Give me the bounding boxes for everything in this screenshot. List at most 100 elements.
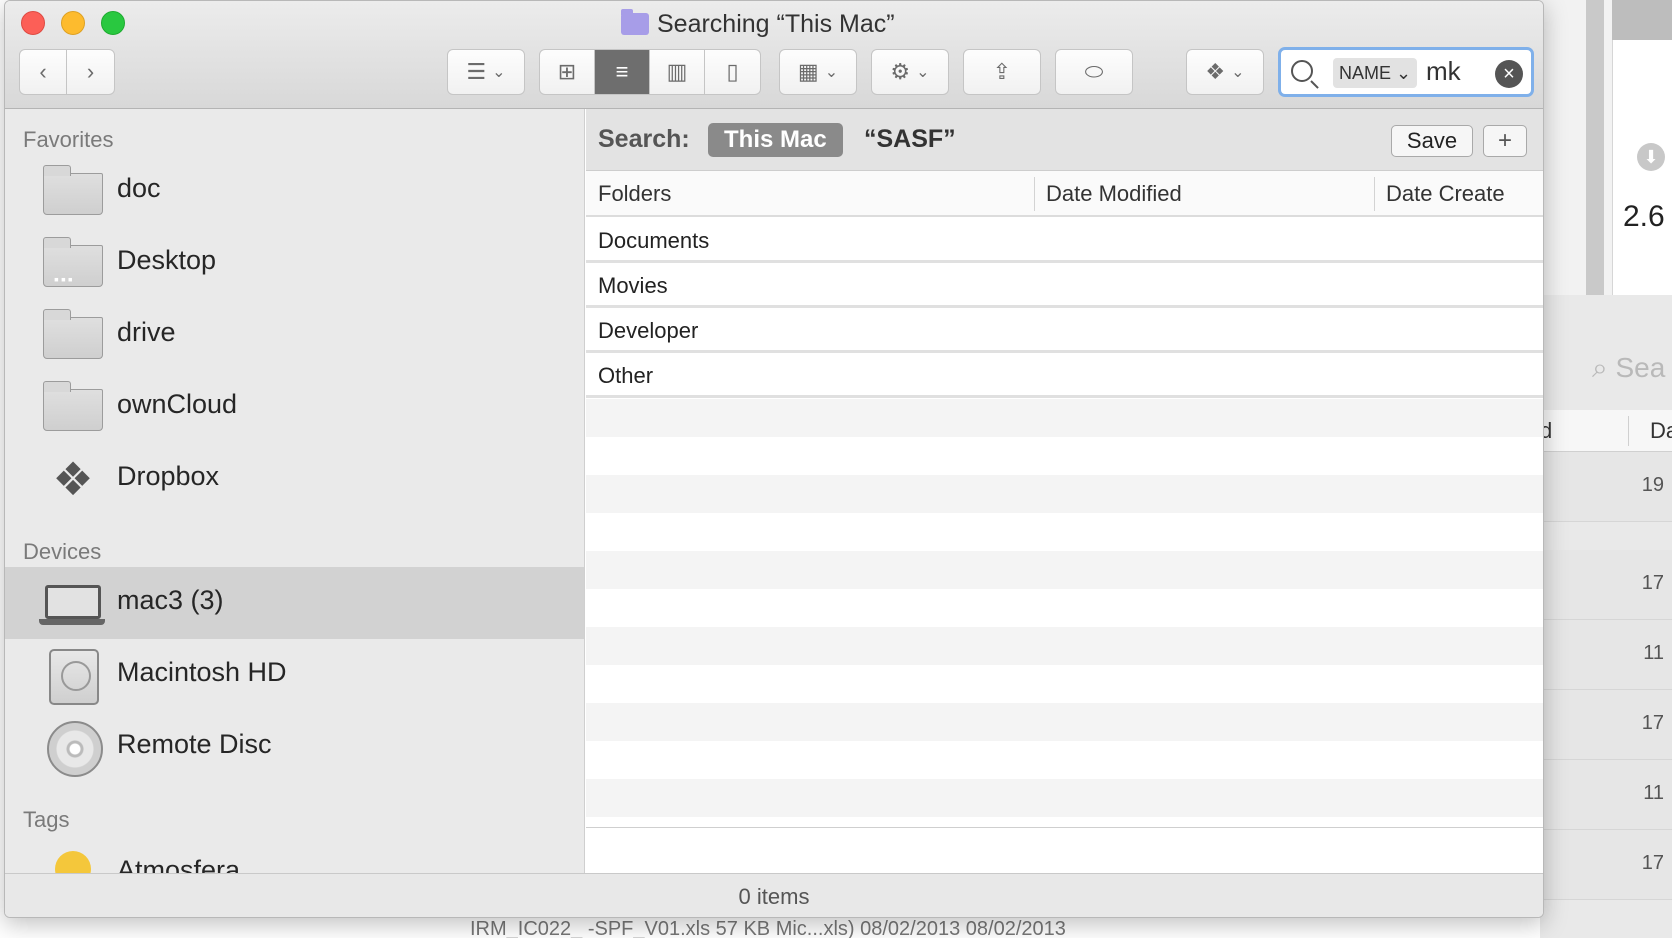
folder-icon — [41, 309, 105, 361]
sidebar-item-tag-atmosfera[interactable]: Atmosfera — [5, 837, 584, 873]
finder-window: Searching “This Mac” ‹ › ☰ ⌄ ⊞ ≡ ▥ ▯ ▦ ⌄… — [4, 0, 1544, 918]
disc-icon — [41, 721, 105, 777]
chevron-down-icon: ⌄ — [492, 64, 506, 81]
empty-row — [586, 551, 1543, 589]
background-column-header: d Da — [1540, 410, 1672, 452]
list-icon: ≡ — [615, 59, 629, 84]
coverflow-view-button[interactable]: ▯ — [705, 50, 760, 94]
search-input[interactable]: mk — [1426, 56, 1461, 87]
action-button[interactable]: ⚙ ⌄ — [871, 49, 949, 95]
empty-row — [586, 475, 1543, 513]
list-divider — [586, 827, 1543, 828]
chevron-down-icon: ⌄ — [1231, 64, 1245, 81]
background-row: 11 — [1540, 760, 1672, 830]
sidebar-item-macintosh-hd[interactable]: Macintosh HD — [5, 639, 584, 711]
favorites-heading: Favorites — [23, 127, 114, 152]
group-row-documents[interactable]: Documents — [586, 219, 1543, 263]
gear-icon: ⚙ — [890, 59, 911, 84]
empty-row — [586, 437, 1543, 475]
desktop-folder-icon — [41, 237, 105, 289]
hard-drive-icon — [41, 649, 105, 705]
columns-icon: ▥ — [666, 59, 688, 84]
sidebar-item-owncloud[interactable]: ownCloud — [5, 371, 584, 443]
empty-row — [586, 665, 1543, 703]
back-button[interactable]: ‹ — [20, 50, 68, 94]
forward-button[interactable]: › — [67, 50, 114, 94]
list-view-button[interactable]: ≡ — [595, 50, 650, 94]
empty-row — [586, 589, 1543, 627]
laptop-icon — [39, 577, 105, 629]
column-folders[interactable]: Folders — [598, 181, 671, 207]
edit-tags-button[interactable]: ⬭ — [1055, 49, 1133, 95]
sidebar: Favorites doc Desktop drive ownCloud ❖ D… — [5, 109, 585, 873]
group-by-button[interactable]: ▦ ⌄ — [779, 49, 857, 95]
item-count: 0 items — [738, 884, 810, 909]
dropbox-icon: ❖ — [1205, 59, 1226, 84]
window-title: Searching “This Mac” — [621, 7, 895, 41]
search-icon — [1291, 60, 1313, 82]
group-grid-icon: ▦ — [797, 59, 819, 84]
column-date-created[interactable]: Date Create — [1386, 181, 1505, 207]
background-row: 17 — [1540, 690, 1672, 760]
back-forward-control: ‹ › — [19, 49, 115, 95]
background-row: 11 — [1540, 620, 1672, 690]
devices-heading: Devices — [23, 539, 102, 564]
status-bar: 0 items — [5, 873, 1543, 917]
view-mode-control: ⊞ ≡ ▥ ▯ — [539, 49, 761, 95]
search-token-name[interactable]: NAME ⌄ — [1333, 58, 1418, 88]
tags-heading: Tags — [23, 807, 70, 832]
dropbox-icon: ❖ — [52, 453, 94, 505]
add-criteria-button[interactable]: + — [1483, 125, 1527, 157]
sidebar-item-doc[interactable]: doc — [5, 155, 584, 227]
chevron-down-icon: ⌄ — [916, 64, 930, 81]
background-row: 17 — [1540, 830, 1672, 900]
arrange-button[interactable]: ☰ ⌄ — [447, 49, 525, 95]
empty-row — [586, 399, 1543, 437]
close-window-button[interactable] — [21, 11, 45, 35]
empty-row — [586, 741, 1543, 779]
scope-this-mac-button[interactable]: This Mac — [708, 123, 843, 157]
icon-view-button[interactable]: ⊞ — [540, 50, 595, 94]
background-search: ⌕ Sea — [1592, 352, 1666, 383]
download-icon: ⬇ — [1637, 143, 1665, 171]
sidebar-item-mac3[interactable]: mac3 (3) — [5, 567, 584, 639]
empty-row — [586, 703, 1543, 741]
empty-row — [586, 513, 1543, 551]
list-arrange-icon: ☰ — [466, 59, 487, 84]
share-icon: ⇪ — [992, 59, 1012, 84]
clear-search-icon[interactable]: × — [1495, 60, 1523, 88]
content-area: Search: This Mac “SASF” Save + Folders D… — [586, 109, 1543, 873]
scope-label: Search: — [598, 125, 690, 153]
column-header: Folders Date Modified Date Create — [586, 171, 1543, 217]
titlebar: Searching “This Mac” ‹ › ☰ ⌄ ⊞ ≡ ▥ ▯ ▦ ⌄… — [5, 1, 1543, 109]
zoom-window-button[interactable] — [101, 11, 125, 35]
search-field[interactable]: NAME ⌄ mk × — [1278, 47, 1534, 97]
background-info-panel: ⬇ 2.6 — [1612, 40, 1672, 295]
sidebar-item-remote-disc[interactable]: Remote Disc — [5, 711, 584, 783]
minimize-window-button[interactable] — [61, 11, 85, 35]
tag-icon: ⬭ — [1084, 59, 1104, 84]
dropbox-button[interactable]: ❖ ⌄ — [1186, 49, 1264, 95]
group-row-movies[interactable]: Movies — [586, 264, 1543, 308]
group-row-developer[interactable]: Developer — [586, 309, 1543, 353]
share-button[interactable]: ⇪ — [963, 49, 1041, 95]
sidebar-item-drive[interactable]: drive — [5, 299, 584, 371]
group-row-other[interactable]: Other — [586, 354, 1543, 398]
folder-icon — [41, 381, 105, 433]
chevron-right-icon: › — [86, 59, 95, 84]
sidebar-item-dropbox[interactable]: ❖ Dropbox — [5, 443, 584, 515]
search-scope-bar: Search: This Mac “SASF” Save + — [586, 109, 1543, 171]
empty-row — [586, 779, 1543, 817]
chevron-left-icon: ‹ — [39, 59, 47, 84]
background-value: 2.6 — [1623, 200, 1665, 233]
tag-color-dot — [55, 851, 91, 873]
column-view-button[interactable]: ▥ — [650, 50, 705, 94]
folder-icon — [41, 165, 105, 217]
column-date-modified[interactable]: Date Modified — [1046, 181, 1182, 207]
empty-row — [586, 627, 1543, 665]
scope-sasf-button[interactable]: “SASF” — [864, 125, 956, 154]
chevron-down-icon: ⌄ — [824, 64, 839, 81]
save-search-button[interactable]: Save — [1391, 125, 1473, 157]
sidebar-item-desktop[interactable]: Desktop — [5, 227, 584, 299]
background-file-row: IRM_IC022_ -SPF_V01.xls 57 KB Mic...xls)… — [470, 918, 1066, 938]
